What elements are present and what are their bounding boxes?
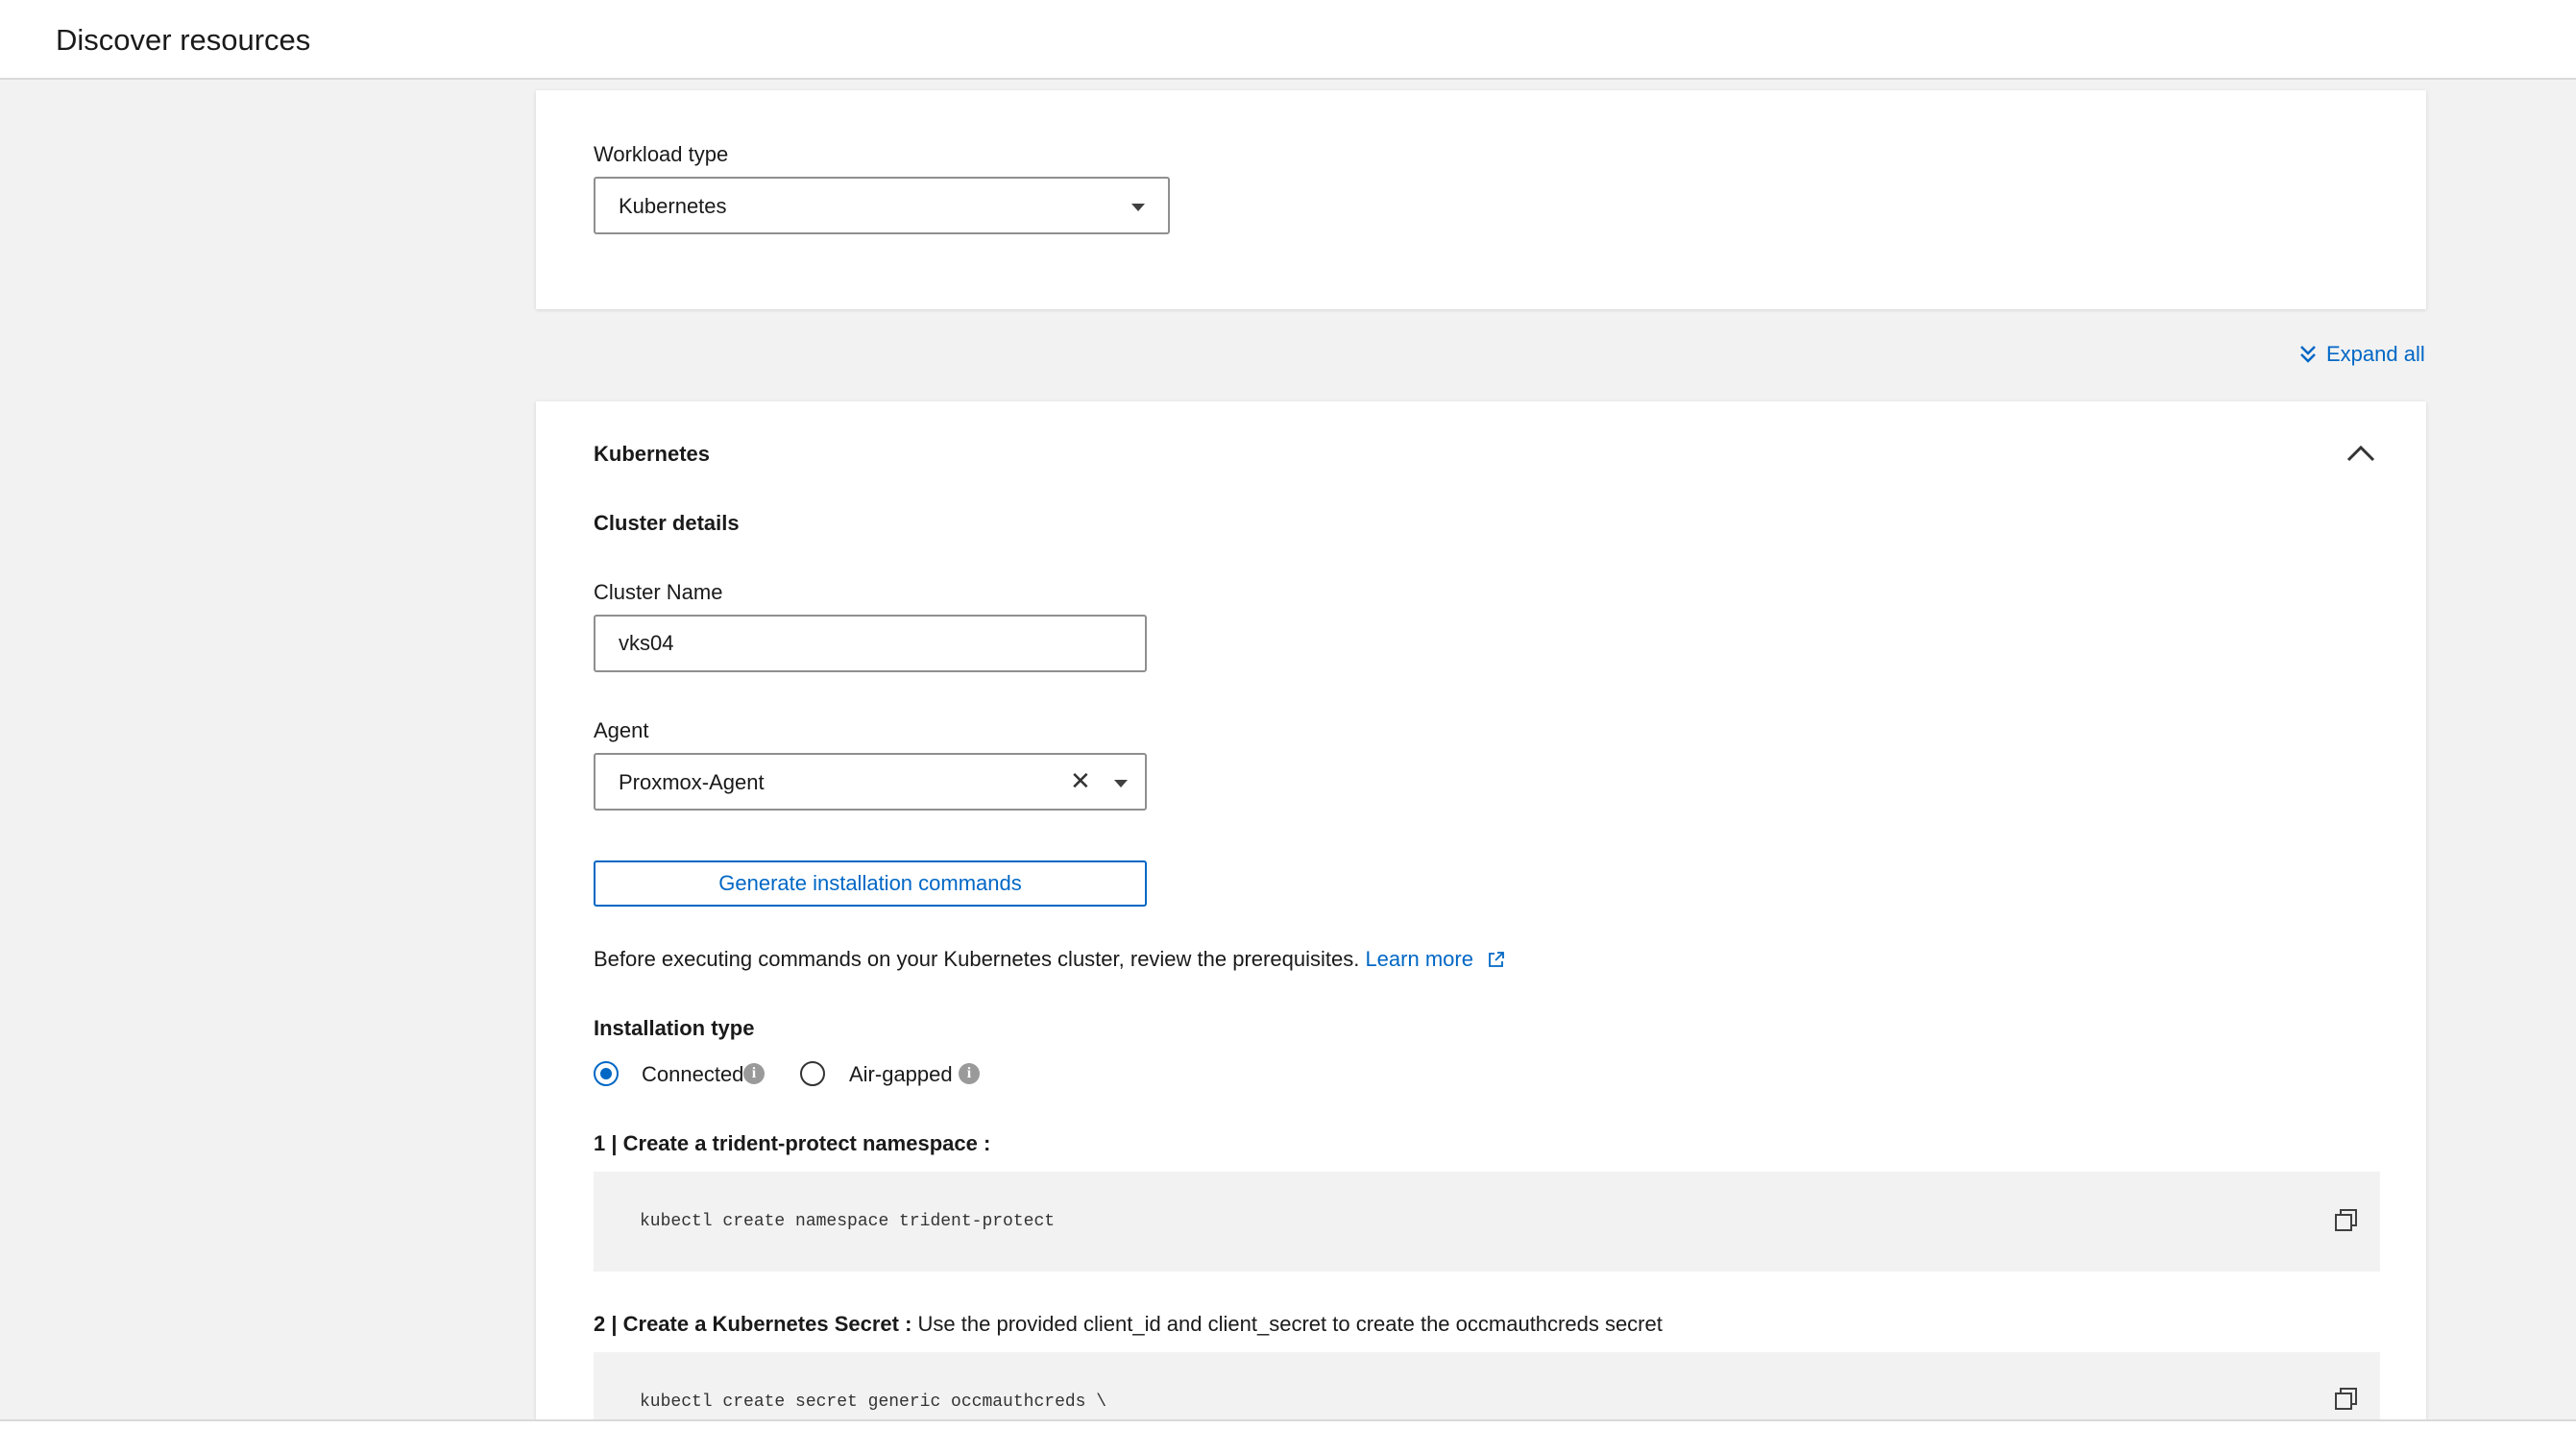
- agent-select[interactable]: Proxmox-Agent ✕: [594, 753, 1147, 811]
- agent-label: Agent: [594, 718, 649, 742]
- section-title: Kubernetes: [594, 442, 711, 466]
- workload-type-label: Workload type: [594, 142, 729, 166]
- info-icon[interactable]: i: [959, 1063, 980, 1084]
- step1-code-block: kubectl create namespace trident-protect: [594, 1172, 2380, 1272]
- radio-airgapped-label: Air-gapped: [849, 1062, 953, 1086]
- copy-icon[interactable]: [2334, 1387, 2359, 1412]
- external-link-icon[interactable]: [1487, 950, 1506, 969]
- page-title: Discover resources: [56, 23, 311, 57]
- workload-type-value: Kubernetes: [619, 194, 727, 218]
- learn-more-link[interactable]: Learn more: [1365, 947, 1473, 971]
- step2-code: kubectl create secret generic occmauthcr…: [640, 1393, 1107, 1412]
- chevron-down-icon: [1131, 204, 1145, 211]
- page-header: Discover resources: [0, 0, 2576, 80]
- cluster-name-input[interactable]: [595, 617, 1145, 670]
- close-icon[interactable]: ✕: [1070, 766, 1091, 796]
- cluster-name-field[interactable]: [594, 615, 1147, 672]
- step2-prefix: 2 | Create a Kubernetes Secret :: [594, 1312, 912, 1336]
- radio-airgapped[interactable]: [800, 1061, 825, 1086]
- installation-type-label: Installation type: [594, 1016, 755, 1040]
- prerequisites-message: Before executing commands on your Kubern…: [594, 947, 1360, 971]
- info-icon[interactable]: i: [743, 1063, 765, 1084]
- expand-all-button[interactable]: Expand all: [2299, 342, 2425, 367]
- generate-installation-commands-button[interactable]: Generate installation commands: [594, 860, 1147, 907]
- prerequisites-text: Before executing commands on your Kubern…: [594, 947, 1506, 972]
- cluster-details-heading: Cluster details: [594, 511, 740, 535]
- agent-value: Proxmox-Agent: [619, 770, 765, 794]
- radio-connected-label: Connected: [642, 1062, 744, 1086]
- radio-connected[interactable]: [594, 1061, 619, 1086]
- chevrons-down-icon: [2300, 346, 2316, 363]
- cluster-name-label: Cluster Name: [594, 580, 723, 604]
- expand-all-label: Expand all: [2326, 342, 2425, 366]
- step1-heading: 1 | Create a trident-protect namespace :: [594, 1131, 991, 1155]
- workload-type-select[interactable]: Kubernetes: [594, 177, 1170, 234]
- bottom-divider: [0, 1419, 2576, 1429]
- step2-description: Use the provided client_id and client_se…: [917, 1312, 1663, 1336]
- chevron-down-icon: [1114, 780, 1128, 787]
- chevron-up-icon[interactable]: [2346, 444, 2375, 463]
- step1-code: kubectl create namespace trident-protect: [640, 1212, 1056, 1231]
- copy-icon[interactable]: [2334, 1208, 2359, 1233]
- step2-code-block: kubectl create secret generic occmauthcr…: [594, 1352, 2380, 1419]
- step2-heading: 2 | Create a Kubernetes Secret : Use the…: [594, 1312, 1663, 1337]
